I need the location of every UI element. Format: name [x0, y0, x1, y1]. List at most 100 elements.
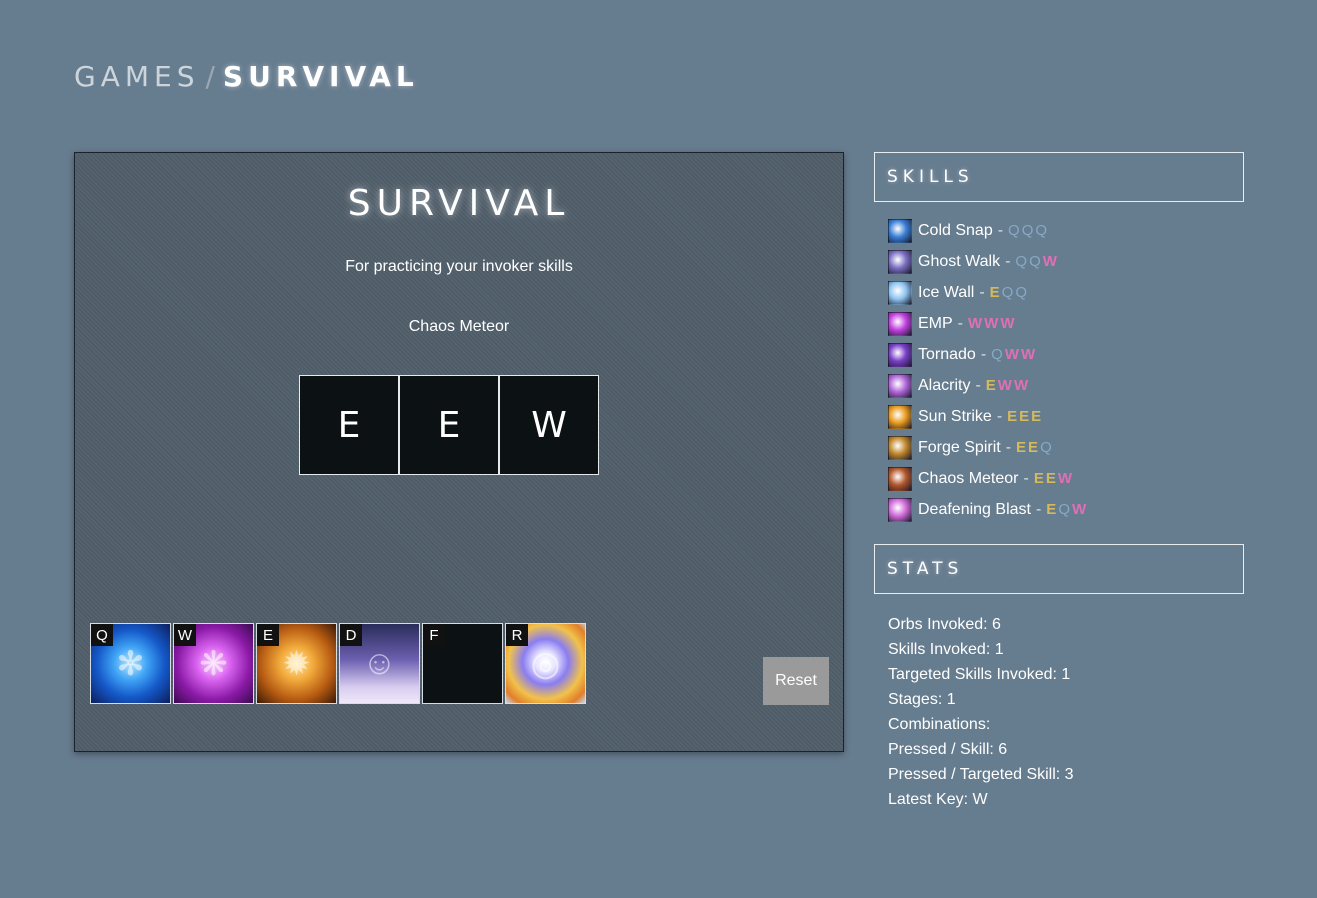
- skill-combo: EEE: [1007, 408, 1043, 425]
- skill-list: Cold Snap - Q Q Q Ghost Walk - Q Q W Ice Wall - E Q Q E…: [888, 215, 1088, 525]
- cold-snap-icon: [888, 218, 912, 243]
- skill-name: Ice Wall: [918, 283, 975, 301]
- skill-row: Deafening Blast - E Q W: [888, 494, 1088, 525]
- combo-key: E: [1019, 408, 1032, 425]
- ability-w-wex-icon[interactable]: ❋ W: [173, 623, 254, 704]
- skill-row: Sun Strike - E E E: [888, 401, 1088, 432]
- skill-row: Forge Spirit - E E Q: [888, 432, 1088, 463]
- combo-key: W: [1021, 346, 1038, 363]
- ability-d-slot[interactable]: ☺ D: [339, 623, 420, 704]
- stats-heading: STATS: [874, 544, 1244, 594]
- stat-row: Pressed / Skill: 6: [888, 740, 1008, 758]
- combo-key: W: [984, 315, 1001, 332]
- skill-row: Alacrity - E W W: [888, 370, 1088, 401]
- combo-key: Q: [1040, 439, 1054, 456]
- combo-key: E: [1046, 501, 1059, 518]
- skill-row: Chaos Meteor - E E W: [888, 463, 1088, 494]
- skill-dash: -: [979, 283, 985, 301]
- combo-key: W: [1057, 470, 1075, 487]
- combo-key: E: [1007, 408, 1020, 425]
- skill-dash: -: [1005, 252, 1011, 270]
- deafening-blast-icon: [888, 497, 912, 522]
- skill-combo: WWW: [968, 315, 1017, 332]
- skill-combo: EEW: [1034, 470, 1074, 487]
- game-subtitle: For practicing your invoker skills: [345, 258, 573, 275]
- skill-dash: -: [1023, 469, 1029, 487]
- skill-dash: -: [997, 221, 1004, 239]
- reset-button[interactable]: Reset: [763, 657, 829, 705]
- orb-slot-3: W: [499, 375, 599, 475]
- breadcrumb-separator: /: [205, 60, 215, 93]
- skill-dash: -: [975, 376, 981, 394]
- skill-row: Cold Snap - Q Q Q: [888, 215, 1088, 246]
- combo-key: W: [1000, 315, 1017, 332]
- combo-key: Q: [1001, 284, 1016, 301]
- skill-name: Chaos Meteor: [918, 469, 1019, 487]
- ghost-walk-icon: [888, 249, 912, 274]
- combo-key: E: [985, 377, 998, 394]
- skill-combo: QWW: [991, 346, 1037, 363]
- combo-key: W: [997, 377, 1014, 394]
- combo-key: E: [1016, 439, 1029, 456]
- combo-key: W: [1013, 377, 1031, 394]
- skill-combo: EWW: [986, 377, 1030, 394]
- stat-row: Stages: 1: [888, 690, 956, 708]
- ability-r-invoke-icon[interactable]: ◎ R: [505, 623, 586, 704]
- combo-key: Q: [1015, 253, 1030, 270]
- ability-key-label: R: [506, 624, 528, 646]
- game-title: SURVIVAL: [347, 183, 571, 224]
- skill-row: Ice Wall - E Q Q: [888, 277, 1088, 308]
- skill-dash: -: [1035, 500, 1042, 518]
- ability-bar: ✼ Q ❋ W ✹ E ☺ D F ◎ R: [90, 623, 586, 704]
- combo-key: W: [968, 315, 985, 332]
- combo-key: E: [1028, 439, 1041, 456]
- skill-name: Ghost Walk: [918, 252, 1001, 270]
- skill-combo: QQW: [1015, 253, 1059, 270]
- ability-key-label: F: [423, 624, 445, 646]
- chaos-meteor-icon: [888, 466, 912, 491]
- combo-key: Q: [1029, 253, 1043, 270]
- skill-name: Deafening Blast: [918, 500, 1031, 518]
- ability-e-exort-icon[interactable]: ✹ E: [256, 623, 337, 704]
- skill-row: Tornado - Q W W: [888, 339, 1088, 370]
- emp-icon: [888, 311, 912, 336]
- skill-dash: -: [996, 407, 1003, 425]
- combo-key: E: [1045, 470, 1058, 487]
- stat-row: Targeted Skills Invoked: 1: [888, 665, 1071, 683]
- skill-dash: -: [980, 345, 987, 363]
- combo-key: Q: [1015, 284, 1029, 301]
- ability-f-slot[interactable]: F: [422, 623, 503, 704]
- combo-key: W: [1042, 253, 1059, 270]
- skill-name: Alacrity: [918, 376, 971, 394]
- combo-key: Q: [1021, 222, 1036, 239]
- alacrity-icon: [888, 373, 912, 398]
- skill-combo: EEQ: [1016, 439, 1054, 456]
- combo-key: Q: [1035, 222, 1050, 239]
- game-panel[interactable]: SURVIVAL For practicing your invoker ski…: [74, 152, 844, 752]
- combo-key: W: [1004, 346, 1021, 363]
- combo-key: Q: [1058, 501, 1072, 518]
- stat-row: Latest Key: W: [888, 790, 988, 808]
- skill-name: Cold Snap: [918, 221, 993, 239]
- ability-key-label: E: [257, 624, 279, 646]
- sun-strike-icon: [888, 404, 912, 429]
- stat-row: Skills Invoked: 1: [888, 640, 1004, 658]
- breadcrumb-games-link[interactable]: GAMES: [74, 60, 199, 93]
- combo-key: E: [1033, 470, 1046, 487]
- skill-dash: -: [957, 314, 963, 332]
- combo-key: E: [1031, 408, 1044, 425]
- stat-row: Orbs Invoked: 6: [888, 615, 1001, 633]
- ability-q-quas-icon[interactable]: ✼ Q: [90, 623, 171, 704]
- skill-name: Tornado: [918, 345, 976, 363]
- target-skill-name: Chaos Meteor: [408, 318, 510, 335]
- skill-combo: EQQ: [990, 284, 1029, 301]
- forge-spirit-icon: [888, 435, 912, 460]
- skill-row: EMP - W W W: [888, 308, 1088, 339]
- skill-combo: QQQ: [1008, 222, 1049, 239]
- stat-row: Pressed / Targeted Skill: 3: [888, 765, 1074, 783]
- tornado-icon: [888, 342, 912, 367]
- ability-key-label: W: [174, 624, 196, 646]
- breadcrumb-current: SURVIVAL: [222, 60, 419, 93]
- combo-key: Q: [991, 346, 1005, 363]
- orb-slot-2: E: [399, 375, 499, 475]
